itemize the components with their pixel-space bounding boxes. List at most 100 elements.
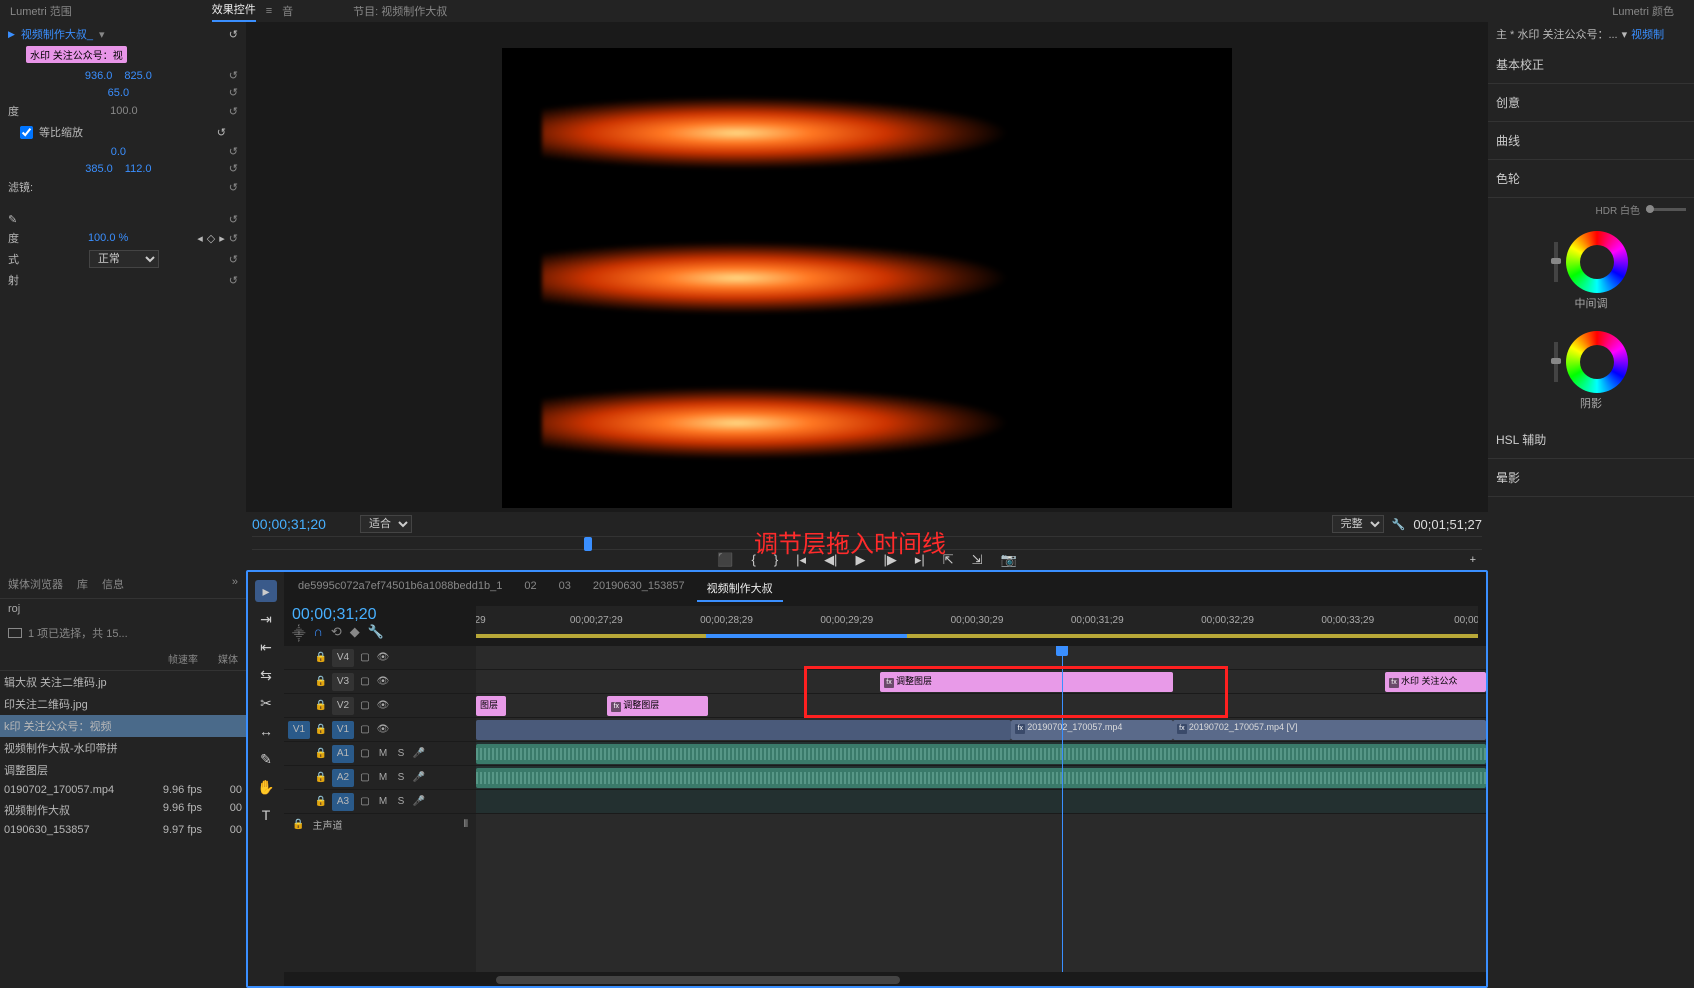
- scale-width-row[interactable]: 度100.0↺: [0, 101, 246, 121]
- col-framerate[interactable]: 帧速率: [138, 651, 198, 666]
- section-curves[interactable]: 曲线: [1488, 122, 1694, 160]
- track-select-back-icon[interactable]: ⇤: [255, 636, 277, 658]
- clip-v1b[interactable]: fx20190702_170057.mp4 [V]: [1173, 720, 1486, 740]
- ripple-edit-icon[interactable]: ⇆: [255, 664, 277, 686]
- midtone-slider[interactable]: [1554, 242, 1558, 282]
- clip-v1a[interactable]: fx20190702_170057.mp4: [1011, 720, 1173, 740]
- hdr-white-label: HDR 白色: [1596, 202, 1640, 217]
- clip-v2a[interactable]: 图层: [476, 696, 506, 716]
- pen-tool-icon[interactable]: ✎: [255, 748, 277, 770]
- shadow-wheel[interactable]: [1566, 331, 1628, 393]
- kf-add-icon[interactable]: ◇: [207, 232, 215, 245]
- app-tab-bar: Lumetri 范围 效果控件 ≡ 音 节目: 视频制作大叔 Lumetri 颜…: [0, 0, 1694, 22]
- mic-icon[interactable]: 🎤: [412, 748, 426, 759]
- sync-icon[interactable]: ▢: [358, 652, 372, 663]
- tab-info[interactable]: 信息: [102, 576, 124, 592]
- rotation-row[interactable]: 0.0↺: [0, 143, 246, 160]
- tab-library[interactable]: 库: [77, 576, 88, 592]
- fit-select[interactable]: 适合: [360, 515, 412, 533]
- eye-icon[interactable]: 👁: [376, 652, 390, 663]
- list-item: 0190630_1538579.97 fps00: [0, 821, 246, 839]
- clip-v1-left[interactable]: [476, 720, 1011, 740]
- section-color-wheels[interactable]: 色轮: [1488, 160, 1694, 198]
- eyedropper-icon[interactable]: ✎: [8, 213, 17, 226]
- disclosure-icon[interactable]: ▶: [8, 29, 15, 40]
- track-head-a2: 🔒A2▢MS🎤: [284, 766, 476, 790]
- marker-icon[interactable]: ⬛: [717, 552, 733, 568]
- snap-icon[interactable]: ⸎: [292, 624, 306, 642]
- list-item: 辑大叔 关注二维码.jp: [0, 671, 246, 693]
- timeline-hscroll[interactable]: [476, 974, 1486, 986]
- kf-next-icon[interactable]: ▸: [219, 232, 225, 245]
- filter-row[interactable]: 滤镜:↺: [0, 177, 246, 197]
- extract-icon[interactable]: ⇲: [972, 552, 983, 568]
- panel-overflow-icon[interactable]: »: [232, 576, 238, 592]
- uniform-scale-checkbox[interactable]: [20, 126, 33, 139]
- blend-mode-row[interactable]: 式 正常 ↺: [0, 248, 246, 270]
- section-hsl[interactable]: HSL 辅助: [1488, 421, 1694, 459]
- clip-a2[interactable]: [476, 768, 1486, 788]
- export-frame-icon[interactable]: 📷: [1001, 552, 1017, 568]
- tab-eq-icon[interactable]: ≡: [266, 5, 272, 17]
- magnet-icon[interactable]: ∩: [314, 624, 323, 642]
- track-head-v3: 🔒V3▢👁: [284, 670, 476, 694]
- chevron-down-icon[interactable]: ▾: [99, 28, 105, 41]
- tab-media-browser[interactable]: 媒体浏览器: [8, 576, 63, 592]
- timeline-track-content[interactable]: fx调整图层 fx水印 关注公众 图层 fx调整图层 fx20190702_17…: [476, 646, 1486, 972]
- master-link[interactable]: 视频制: [1631, 26, 1664, 42]
- tab-effects-controls[interactable]: 效果控件: [212, 1, 256, 22]
- tab-lumetri-scope[interactable]: Lumetri 范围: [10, 3, 72, 19]
- annotation-text: 调节层拖入时间线: [754, 524, 946, 559]
- tab-seq2[interactable]: 02: [514, 576, 546, 602]
- tab-lumetri-color[interactable]: Lumetri 颜色: [1612, 3, 1674, 19]
- slip-tool-icon[interactable]: ↔: [255, 720, 277, 742]
- tab-seq1[interactable]: de5995c072a7ef74501b6a1088bedd1b_1: [288, 576, 512, 602]
- selection-tool-icon[interactable]: ▸: [255, 580, 277, 602]
- master-dropdown-icon[interactable]: ▾: [1622, 28, 1628, 41]
- reset-icon[interactable]: ↺: [229, 28, 238, 41]
- timeline-ruler[interactable]: 5;29 00;00;27;29 00;00;28;29 00;00;29;29…: [476, 606, 1478, 638]
- hdr-slider[interactable]: [1646, 208, 1686, 211]
- clip-a1[interactable]: [476, 744, 1486, 764]
- section-vignette[interactable]: 晕影: [1488, 459, 1694, 497]
- anchor-row[interactable]: 385.0112.0↺: [0, 160, 246, 177]
- section-basic-correction[interactable]: 基本校正: [1488, 46, 1694, 84]
- midtone-wheel[interactable]: [1566, 231, 1628, 293]
- track-select-fwd-icon[interactable]: ⇥: [255, 608, 277, 630]
- timeline-timecode[interactable]: 00;00;31;20: [292, 606, 468, 624]
- col-media[interactable]: 媒体: [198, 651, 238, 666]
- settings-icon[interactable]: 🔧: [368, 624, 384, 642]
- opacity-row[interactable]: 度100.0 % ◂◇▸↺: [0, 228, 246, 248]
- type-tool-icon[interactable]: T: [255, 804, 277, 826]
- scale-row[interactable]: 65.0↺: [0, 84, 246, 101]
- razor-tool-icon[interactable]: ✂: [255, 692, 277, 714]
- wrench-icon[interactable]: 🔧: [1392, 518, 1406, 531]
- tab-seq3[interactable]: 03: [549, 576, 581, 602]
- tab-seq5[interactable]: 视频制作大叔: [697, 576, 783, 602]
- kf-prev-icon[interactable]: ◂: [197, 232, 203, 245]
- selected-clip-chip[interactable]: 水印 关注公众号：视: [26, 46, 127, 63]
- selection-info: 1 项已选择，共 15...: [28, 625, 128, 641]
- link-icon[interactable]: ⟲: [331, 624, 342, 642]
- program-monitor-view[interactable]: [502, 48, 1232, 508]
- clip-adjustment-layer[interactable]: fx调整图层: [880, 672, 1173, 692]
- blend-mode-select[interactable]: 正常: [89, 250, 159, 268]
- program-duration: 00;01;51;27: [1413, 517, 1482, 532]
- uniform-scale-row[interactable]: 等比缩放 ↺: [0, 121, 246, 143]
- add-button-icon[interactable]: +: [1470, 554, 1476, 566]
- clip-v2b[interactable]: fx调整图层: [607, 696, 708, 716]
- marker-tl-icon[interactable]: ◆: [350, 624, 360, 642]
- position-row[interactable]: 936.0825.0↺: [0, 67, 246, 84]
- tab-audio[interactable]: 音: [282, 3, 293, 19]
- hand-tool-icon[interactable]: ✋: [255, 776, 277, 798]
- uniform-scale-label: 等比缩放: [39, 124, 83, 140]
- program-current-timecode[interactable]: 00;00;31;20: [252, 516, 352, 532]
- lock-icon[interactable]: 🔒: [314, 652, 328, 663]
- clip-watermark[interactable]: fx水印 关注公众: [1385, 672, 1486, 692]
- quality-select[interactable]: 完整: [1332, 515, 1384, 533]
- sequence-name[interactable]: 视频制作大叔_: [21, 26, 93, 42]
- section-creative[interactable]: 创意: [1488, 84, 1694, 122]
- tab-seq4[interactable]: 20190630_153857: [583, 576, 695, 602]
- mix-meter-icon[interactable]: ⫴: [464, 819, 468, 830]
- shadow-slider[interactable]: [1554, 342, 1558, 382]
